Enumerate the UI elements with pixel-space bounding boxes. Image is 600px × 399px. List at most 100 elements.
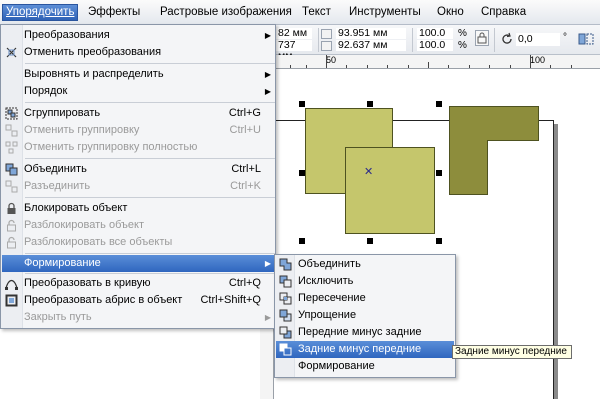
lock-ratio-icon[interactable] [475,30,489,46]
menu-item-clear-transformations[interactable]: Отменить преобразования [2,44,275,61]
ruler-tick [346,65,347,68]
tooltip: Задние минус передние [452,345,572,359]
scale-x-field[interactable]: 100.0 [417,28,453,39]
selection-handle[interactable] [299,101,305,107]
l-shape-result[interactable] [449,106,541,196]
ruler-tick [290,65,291,68]
front-minus-back-icon [279,326,292,339]
ruler-label-100: 100 [530,55,546,65]
submenu-arrow-icon: ▶ [264,259,271,268]
rotation-field[interactable]: 0,0 [516,33,560,46]
ruler-tick [428,62,429,68]
submenu-item-simplify[interactable]: Упрощение [276,307,454,324]
separator [494,28,495,52]
menu-tools[interactable]: Инструменты [346,4,424,21]
menu-bar: Упорядочить Эффекты Растровые изображени… [0,0,600,25]
lock-icon [5,202,18,215]
menu-item-align-distribute[interactable]: Выровнять и распределить ▶ [2,66,275,83]
break-apart-icon [5,180,18,193]
menu-item-outline-to-object[interactable]: Преобразовать абрис в объект Ctrl+Shift+… [2,292,275,309]
arrange-menu: Преобразования ▶ Отменить преобразования… [0,24,276,329]
ruler-tick [387,65,388,68]
menu-item-group[interactable]: Сгруппировать Ctrl+G [2,105,275,122]
submenu-item-trim[interactable]: Исключить [276,273,454,290]
shaping-submenu: Объединить Исключить Пересечение Упрощен… [274,254,456,378]
menu-item-order[interactable]: Порядок ▶ [2,83,275,100]
selection-handle[interactable] [299,170,305,176]
rotation-unit: ° [563,32,567,43]
selection-handle[interactable] [367,101,373,107]
ruler-tick [306,65,307,68]
ruler-label-50: 50 [326,55,337,65]
selection-handle[interactable] [299,238,305,244]
center-marker-icon: ✕ [364,166,374,178]
height-field[interactable]: 92.637 мм [336,40,406,51]
group-icon [5,107,18,120]
submenu-item-front-minus-back[interactable]: Передние минус задние [276,324,454,341]
selection-handle[interactable] [436,170,442,176]
outline-to-object-icon [5,294,18,307]
selection-handle[interactable] [436,238,442,244]
combine-icon [5,163,18,176]
menu-text[interactable]: Текст [299,4,334,21]
selection-handle[interactable] [367,238,373,244]
menu-window[interactable]: Окно [434,4,467,21]
submenu-arrow-icon: ▶ [264,31,271,40]
ruler-tick [510,65,511,68]
scale-x-unit: % [458,28,467,39]
menu-effects[interactable]: Эффекты [85,4,143,21]
menu-help[interactable]: Справка [478,4,529,21]
ruler-tick [571,65,572,68]
position-y-field[interactable]: 737 мм [276,40,312,62]
ruler-tick [408,65,409,68]
submenu-item-back-minus-front[interactable]: Задние минус передние [276,341,454,358]
ruler-tick [326,55,327,68]
menu-item-transformations[interactable]: Преобразования ▶ [2,27,275,44]
ruler-tick [448,65,449,68]
menu-item-unlock-all: Разблокировать все объекты [2,234,275,251]
ruler-tick [530,55,531,68]
menu-separator [25,197,275,198]
menu-arrange[interactable]: Упорядочить [2,4,79,21]
menu-item-break-apart: Разъединить Ctrl+K [2,178,275,195]
selection-handle[interactable] [436,101,442,107]
submenu-item-weld[interactable]: Объединить [276,256,454,273]
menu-item-ungroup-all: Отменить группировку полностью [2,139,275,156]
horizontal-ruler: 50 100 [270,55,600,69]
height-icon [321,41,332,51]
simplify-icon [279,309,292,322]
ruler-tick [367,65,368,68]
menu-item-combine[interactable]: Объединить Ctrl+L [2,161,275,178]
ruler-tick [469,65,470,68]
submenu-item-shaping[interactable]: Формирование [276,358,454,375]
weld-icon [279,258,292,271]
menu-item-ungroup: Отменить группировку Ctrl+U [2,122,275,139]
submenu-arrow-icon: ▶ [264,313,271,322]
menu-item-unlock-object: Разблокировать объект [2,217,275,234]
convert-curves-icon [5,277,18,290]
scale-y-field[interactable]: 100.0 [417,40,453,51]
intersect-icon [279,292,292,305]
ruler-tick [550,65,551,68]
square-shape-front[interactable] [345,147,435,234]
menu-item-close-path: Закрыть путь ▶ [2,309,275,326]
unlock-all-icon [5,236,18,249]
rotation-icon [500,32,514,46]
menu-item-lock-object[interactable]: Блокировать объект [2,200,275,217]
menu-separator [25,253,275,254]
ungroup-icon [5,124,18,137]
menu-separator [25,158,275,159]
submenu-item-intersect[interactable]: Пересечение [276,290,454,307]
width-field[interactable]: 93.951 мм [336,28,406,39]
back-minus-front-icon [279,343,292,356]
menu-bitmaps[interactable]: Растровые изображения [157,4,295,21]
ungroup-all-icon [5,141,18,154]
position-x-field[interactable]: 82 мм [276,28,312,39]
unlock-icon [5,219,18,232]
menu-separator [25,273,275,274]
separator [318,28,319,52]
submenu-arrow-icon: ▶ [264,70,271,79]
mirror-horizontal-icon[interactable] [578,32,594,46]
menu-item-convert-to-curves[interactable]: Преобразовать в кривую Ctrl+Q [2,275,275,292]
menu-item-shaping[interactable]: Формирование ▶ [2,255,275,272]
